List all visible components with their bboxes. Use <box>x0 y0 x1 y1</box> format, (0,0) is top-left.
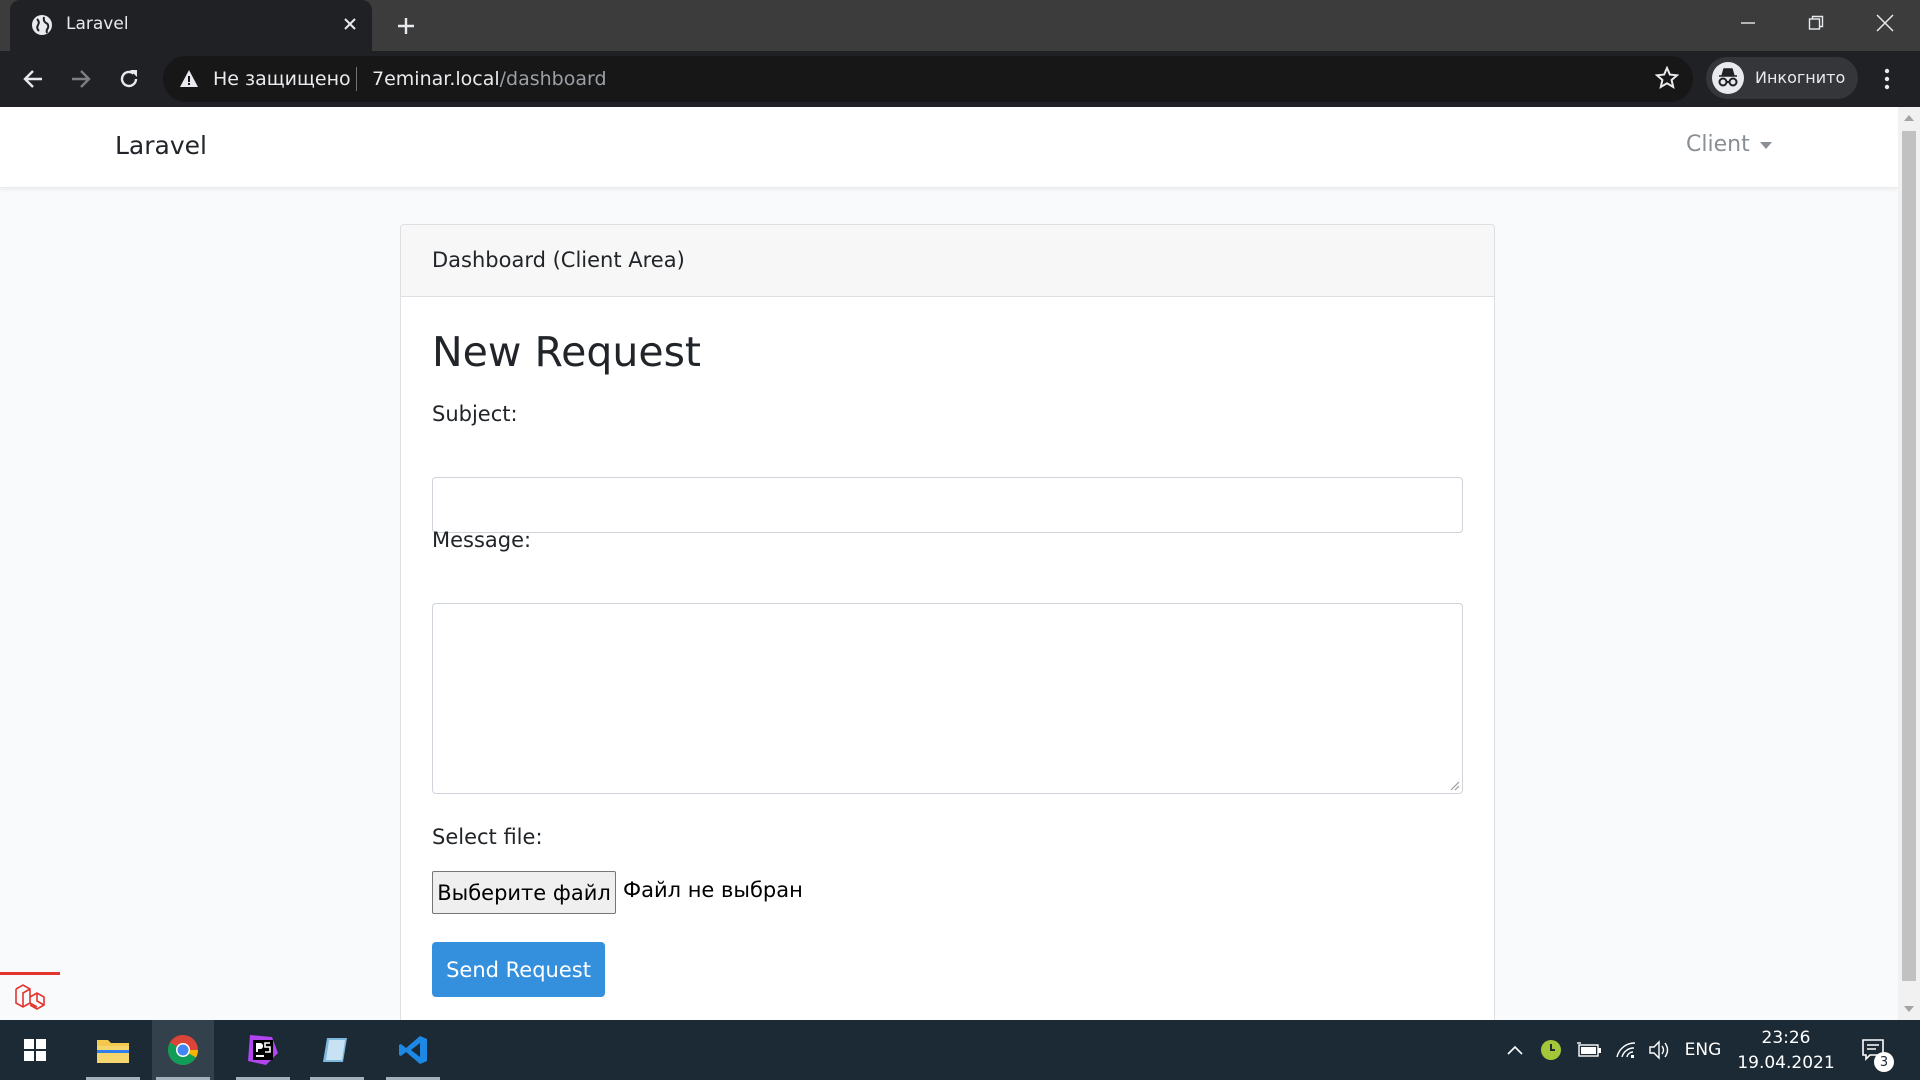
app-navbar: Laravel Client <box>0 107 1898 188</box>
card-header: Dashboard (Client Area) <box>401 225 1494 297</box>
restore-icon[interactable] <box>1796 8 1836 38</box>
message-label: Message: <box>432 528 532 552</box>
incognito-badge[interactable]: Инкогнито <box>1706 57 1858 99</box>
new-tab-icon[interactable] <box>392 12 420 40</box>
security-label[interactable]: Не защищено <box>213 68 351 90</box>
vertical-scrollbar[interactable] <box>1898 107 1920 1020</box>
card-header-title: Dashboard (Client Area) <box>432 248 685 272</box>
notepad-icon <box>323 1038 347 1062</box>
phpstorm-icon <box>248 1035 278 1065</box>
taskbar-file-explorer[interactable] <box>82 1020 144 1080</box>
url-text[interactable]: 7eminar.local/dashboard <box>372 68 607 90</box>
user-dropdown-label: Client <box>1686 132 1750 157</box>
windows-logo-icon <box>24 1039 46 1061</box>
resize-grip-icon[interactable] <box>1448 779 1460 791</box>
browser-menu-icon[interactable] <box>1872 63 1902 95</box>
caret-down-icon <box>1759 141 1772 149</box>
message-textarea[interactable] <box>432 603 1463 794</box>
scroll-down-icon[interactable] <box>1904 1006 1914 1012</box>
system-clock[interactable]: 23:26 19.04.2021 <box>1733 1026 1839 1076</box>
send-request-button[interactable]: Send Request <box>432 942 605 997</box>
battery-icon[interactable] <box>1572 1020 1606 1080</box>
taskbar-chrome[interactable] <box>152 1020 214 1080</box>
taskbar-vscode[interactable] <box>382 1020 444 1080</box>
url-path: /dashboard <box>499 68 607 90</box>
user-dropdown[interactable]: Client <box>1686 132 1772 157</box>
subject-input[interactable] <box>432 477 1463 533</box>
browser-tab-strip: Laravel <box>0 0 1920 51</box>
globe-icon <box>31 14 53 36</box>
windows-taskbar: ENG 23:26 19.04.2021 3 <box>0 1020 1920 1080</box>
chrome-icon <box>167 1035 199 1066</box>
back-icon[interactable] <box>17 63 49 95</box>
dashboard-card: Dashboard (Client Area) New Request Subj… <box>400 224 1495 1020</box>
wifi-icon[interactable] <box>1611 1020 1641 1080</box>
subject-label: Subject: <box>432 402 518 426</box>
scrollbar-thumb[interactable] <box>1902 131 1916 981</box>
scroll-up-icon[interactable] <box>1904 115 1914 121</box>
browser-toolbar: Не защищено 7eminar.local/dashboard Инко… <box>0 51 1920 107</box>
laravel-logo-icon <box>15 983 45 1010</box>
minimize-icon[interactable] <box>1728 8 1768 38</box>
file-label: Select file: <box>432 825 543 849</box>
page-heading: New Request <box>432 328 702 376</box>
clock-time: 23:26 <box>1761 1028 1811 1048</box>
reload-icon[interactable] <box>113 63 145 95</box>
tab-title: Laravel <box>66 14 129 34</box>
taskbar-notepad[interactable] <box>306 1020 368 1080</box>
start-button[interactable] <box>4 1020 66 1080</box>
browser-tab[interactable]: Laravel <box>10 0 372 51</box>
vscode-icon <box>399 1036 427 1064</box>
volume-icon[interactable] <box>1644 1020 1674 1080</box>
file-status-text: Файл не выбран <box>623 878 803 902</box>
taskbar-phpstorm[interactable] <box>232 1020 294 1080</box>
address-divider <box>356 67 357 91</box>
folder-icon <box>97 1040 129 1063</box>
tray-overflow-icon[interactable] <box>1500 1020 1530 1080</box>
bookmark-star-icon[interactable] <box>1654 65 1680 94</box>
notification-count-badge: 3 <box>1874 1052 1894 1072</box>
navbar-brand[interactable]: Laravel <box>115 131 207 160</box>
debugbar-toggle[interactable] <box>0 972 60 1020</box>
input-language[interactable]: ENG <box>1680 1020 1726 1080</box>
forward-icon[interactable] <box>65 63 97 95</box>
warning-icon[interactable] <box>179 69 199 93</box>
action-center-button[interactable]: 3 <box>1854 1020 1894 1080</box>
close-window-icon[interactable] <box>1865 8 1905 38</box>
incognito-icon <box>1712 62 1744 94</box>
clock-app-icon[interactable] <box>1536 1020 1566 1080</box>
address-bar[interactable]: Не защищено 7eminar.local/dashboard <box>163 56 1693 102</box>
close-tab-icon[interactable] <box>338 12 362 36</box>
page-viewport: Laravel Client Dashboard (Client Area) N… <box>0 107 1898 1020</box>
url-host: 7eminar.local <box>372 68 500 90</box>
incognito-label: Инкогнито <box>1755 68 1846 87</box>
choose-file-button[interactable]: Выберите файл <box>432 871 616 914</box>
clock-date: 19.04.2021 <box>1737 1053 1835 1073</box>
